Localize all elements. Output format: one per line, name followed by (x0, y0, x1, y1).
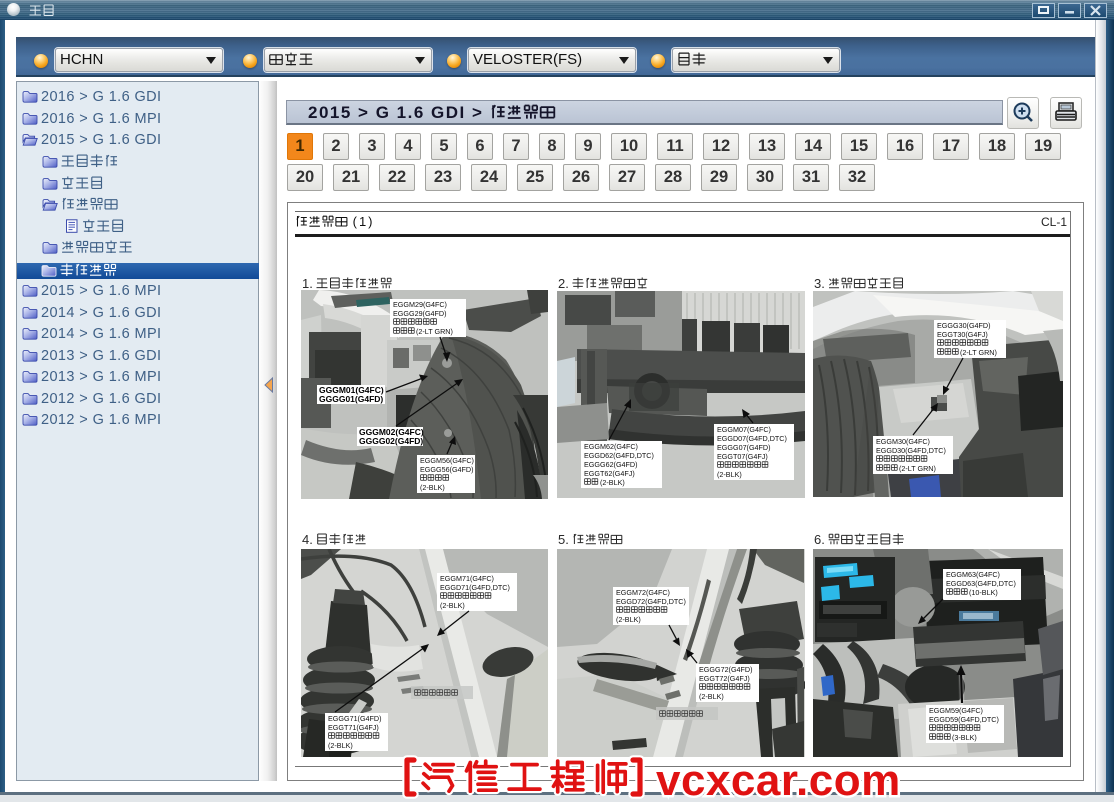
svg-text:EGGG30(G4FD): EGGG30(G4FD) (937, 321, 991, 330)
svg-text:EGGM62(G4FC): EGGM62(G4FC) (584, 442, 638, 451)
svg-text:EGGD63(G4FD,DTC): EGGD63(G4FD,DTC) (946, 579, 1016, 588)
svg-text:EGGM71(G4FC): EGGM71(G4FC) (440, 574, 494, 583)
svg-text:EGGM59(G4FC): EGGM59(G4FC) (929, 706, 983, 715)
svg-text:GGGG02(G4FD): GGGG02(G4FD) (359, 436, 423, 446)
svg-text:EGGM63(G4FC): EGGM63(G4FC) (946, 570, 1000, 579)
svg-text:(2-BLK): (2-BLK) (600, 478, 625, 487)
svg-text:(2-BLK): (2-BLK) (420, 483, 445, 492)
svg-text:(2-BLK): (2-BLK) (328, 741, 353, 750)
svg-text:(10-BLK): (10-BLK) (969, 588, 998, 597)
svg-text:(2-BLK): (2-BLK) (699, 692, 724, 701)
svg-text:EGGD59(G4FD,DTC): EGGD59(G4FD,DTC) (929, 715, 999, 724)
svg-text:EGGD30(G4FD,DTC): EGGD30(G4FD,DTC) (876, 446, 946, 455)
svg-text:(2-LT GRN): (2-LT GRN) (960, 348, 997, 357)
svg-text:EGGM07(G4FC): EGGM07(G4FC) (717, 425, 771, 434)
svg-text:EGGM29(G4FC): EGGM29(G4FC) (393, 300, 447, 309)
svg-text:(2-BLK): (2-BLK) (616, 615, 641, 624)
svg-text:EGGT30(G4FJ): EGGT30(G4FJ) (937, 330, 988, 339)
svg-text:EGGT62(G4FJ): EGGT62(G4FJ) (584, 469, 635, 478)
svg-text:EGGT07(G4FJ): EGGT07(G4FJ) (717, 452, 768, 461)
svg-text:EGGD71(G4FD,DTC): EGGD71(G4FD,DTC) (440, 583, 510, 592)
svg-text:EGGM72(G4FC): EGGM72(G4FC) (616, 588, 670, 597)
svg-text:EGGG56(G4FD): EGGG56(G4FD) (420, 465, 474, 474)
svg-text:GGGG01(G4FD): GGGG01(G4FD) (319, 394, 383, 404)
svg-text:(2-LT GRN): (2-LT GRN) (416, 327, 453, 336)
svg-text:(2-BLK): (2-BLK) (717, 470, 742, 479)
svg-text:EGGG07(G4FD): EGGG07(G4FD) (717, 443, 771, 452)
svg-text:EGGG29(G4FD): EGGG29(G4FD) (393, 309, 447, 318)
svg-text:EGGG72(G4FD): EGGG72(G4FD) (699, 665, 753, 674)
svg-text:EGGM56(G4FC): EGGM56(G4FC) (420, 456, 474, 465)
svg-text:EGGT72(G4FJ): EGGT72(G4FJ) (699, 674, 750, 683)
svg-text:EGGG62(G4FD): EGGG62(G4FD) (584, 460, 638, 469)
svg-text:EGGD72(G4FD,DTC): EGGD72(G4FD,DTC) (616, 597, 686, 606)
svg-text:EGGD62(G4FD,DTC): EGGD62(G4FD,DTC) (584, 451, 654, 460)
svg-text:EGGT71(G4FJ): EGGT71(G4FJ) (328, 723, 379, 732)
svg-text:EGGM30(G4FC): EGGM30(G4FC) (876, 437, 930, 446)
svg-text:(2-BLK): (2-BLK) (440, 601, 465, 610)
svg-text:EGGG71(G4FD): EGGG71(G4FD) (328, 714, 382, 723)
svg-text:(3-BLK): (3-BLK) (952, 733, 977, 742)
svg-text:vcxcar.com: vcxcar.com (656, 756, 901, 802)
svg-text:(2-LT GRN): (2-LT GRN) (899, 464, 936, 473)
svg-text:EGGD07(G4FD,DTC): EGGD07(G4FD,DTC) (717, 434, 787, 443)
